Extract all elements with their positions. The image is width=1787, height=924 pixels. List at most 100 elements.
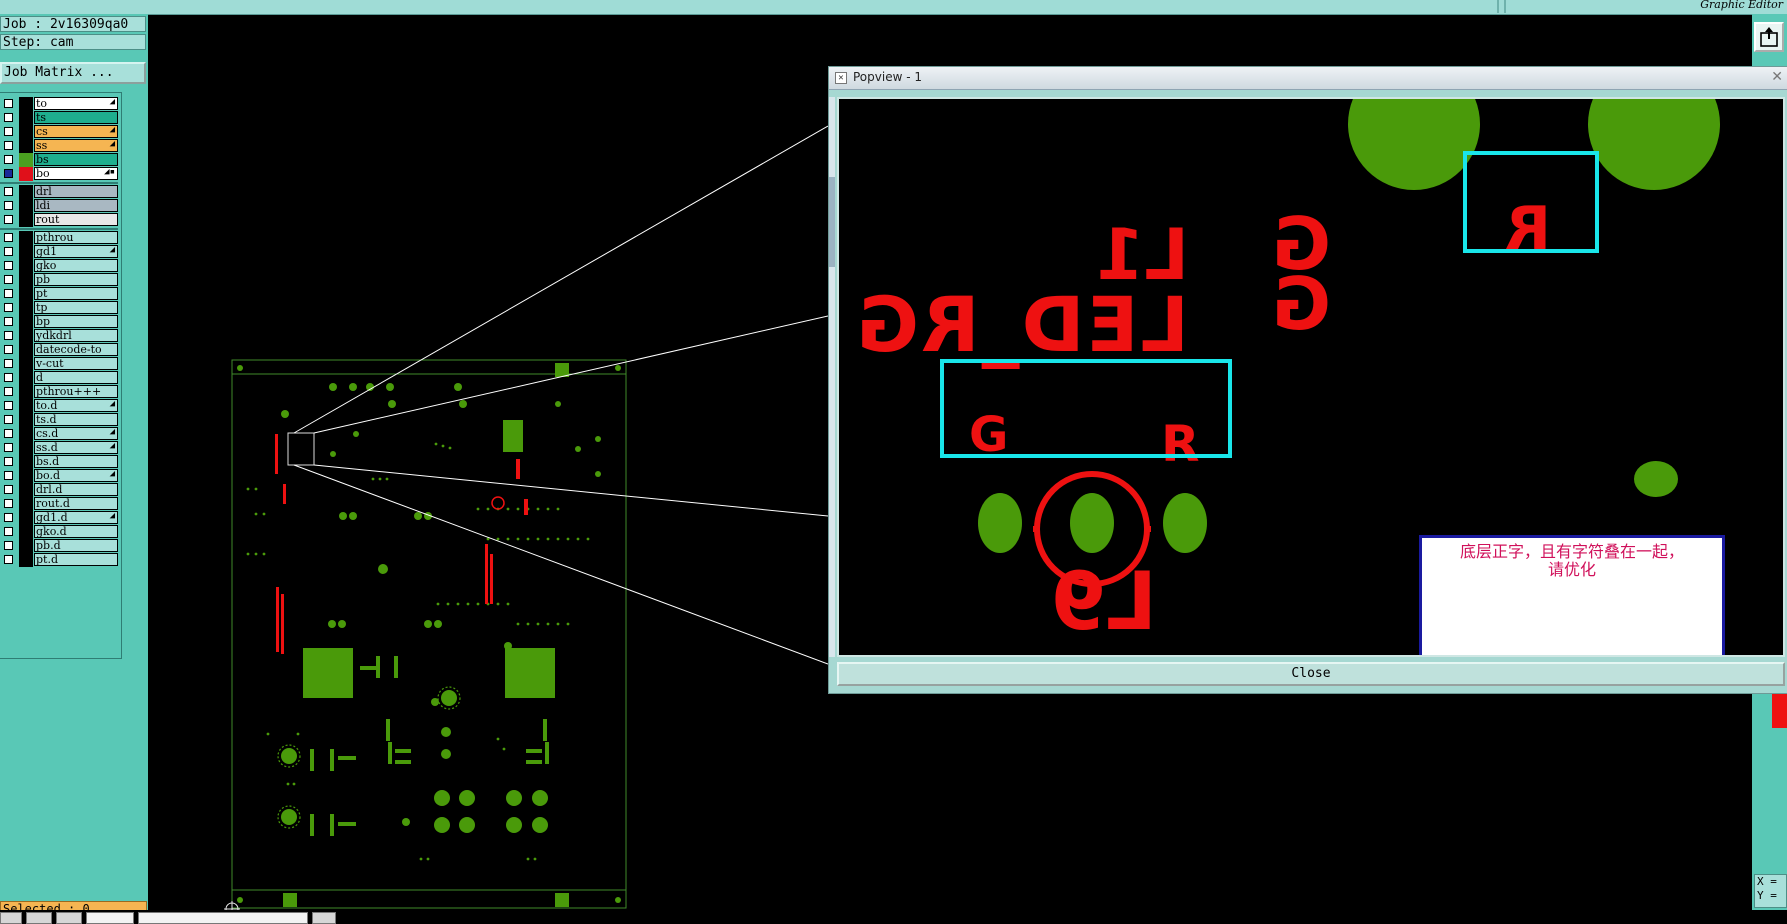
checkbox-icon[interactable]	[4, 499, 13, 508]
checkbox-icon[interactable]	[4, 275, 13, 284]
layer-row[interactable]: gko	[0, 259, 118, 273]
job-matrix-button[interactable]: Job Matrix ...	[0, 62, 146, 84]
layer-color-swatch[interactable]	[19, 427, 33, 441]
checkbox-icon[interactable]	[4, 155, 13, 164]
layer-name[interactable]: pthrou+++	[34, 385, 118, 398]
layer-row[interactable]: d	[0, 371, 118, 385]
scrollbar-thumb[interactable]	[829, 177, 835, 267]
layer-row[interactable]: cs ◢	[0, 125, 118, 139]
checkbox-icon[interactable]	[4, 247, 13, 256]
layer-color-swatch[interactable]	[19, 231, 33, 245]
layer-color-swatch[interactable]	[19, 483, 33, 497]
layer-name[interactable]: gd1.d	[34, 511, 118, 524]
checkbox-icon[interactable]	[4, 457, 13, 466]
layer-row[interactable]: ss.d ◢	[0, 441, 118, 455]
checkbox-icon[interactable]	[4, 317, 13, 326]
layer-color-swatch[interactable]	[19, 301, 33, 315]
bottom-button[interactable]	[56, 912, 82, 924]
checkbox-icon[interactable]	[4, 345, 13, 354]
layer-row[interactable]: pthrou+++	[0, 385, 118, 399]
layer-row[interactable]: datecode-to	[0, 343, 118, 357]
layer-name[interactable]: cs	[34, 125, 118, 138]
layer-name[interactable]: ss.d	[34, 441, 118, 454]
checkbox-icon[interactable]	[4, 387, 13, 396]
close-button[interactable]: Close	[837, 662, 1785, 686]
layer-name[interactable]: gd1	[34, 245, 118, 258]
layer-color-swatch[interactable]	[19, 441, 33, 455]
layer-row[interactable]: to ◢	[0, 97, 118, 111]
close-icon[interactable]: ✕	[1771, 69, 1783, 85]
layer-color-swatch[interactable]	[19, 343, 33, 357]
checkbox-icon[interactable]	[4, 303, 13, 312]
layer-color-swatch[interactable]	[19, 385, 33, 399]
layer-row[interactable]: ts.d	[0, 413, 118, 427]
layer-name[interactable]: to.d	[34, 399, 118, 412]
layer-name[interactable]: ss	[34, 139, 118, 152]
layer-name[interactable]: gko	[34, 259, 118, 272]
layer-name[interactable]: ts.d	[34, 413, 118, 426]
checkbox-icon[interactable]	[4, 373, 13, 382]
layer-color-swatch[interactable]	[19, 525, 33, 539]
checkbox-icon[interactable]	[4, 261, 13, 270]
layer-name[interactable]: rout.d	[34, 497, 118, 510]
layer-row[interactable]: v-cut	[0, 357, 118, 371]
layer-name[interactable]: pb	[34, 273, 118, 286]
popview-canvas[interactable]: L1 LED_RG G G L9 R G R 底层正字，且有字符叠在一起， 请优…	[837, 97, 1785, 657]
popview-scrollbar[interactable]	[829, 97, 835, 657]
checkbox-icon[interactable]	[4, 201, 13, 210]
layer-color-swatch[interactable]	[19, 329, 33, 343]
layer-row[interactable]: gko.d	[0, 525, 118, 539]
layer-row[interactable]: cs.d ◢	[0, 427, 118, 441]
checkbox-icon[interactable]	[4, 471, 13, 480]
layer-row[interactable]: ydkdrl	[0, 329, 118, 343]
popview-titlebar[interactable]: ✕ Popview - 1 ✕	[829, 67, 1787, 90]
layer-color-swatch[interactable]	[19, 185, 33, 199]
bottom-input[interactable]	[138, 912, 308, 924]
layer-row[interactable]: ss ◢	[0, 139, 118, 153]
layer-row[interactable]: rout	[0, 213, 118, 227]
checkbox-icon[interactable]	[4, 485, 13, 494]
layer-row[interactable]: ts	[0, 111, 118, 125]
checkbox-icon[interactable]	[4, 429, 13, 438]
layer-name[interactable]: pt	[34, 287, 118, 300]
layer-name[interactable]: drl.d	[34, 483, 118, 496]
layer-row[interactable]: pt	[0, 287, 118, 301]
checkbox-icon[interactable]	[4, 541, 13, 550]
checkbox-icon[interactable]	[4, 555, 13, 564]
layer-name[interactable]: bs.d	[34, 455, 118, 468]
layer-color-swatch[interactable]	[19, 399, 33, 413]
layer-name[interactable]: pthrou	[34, 231, 118, 244]
layer-name[interactable]: rout	[34, 213, 118, 226]
layer-name[interactable]: ydkdrl	[34, 329, 118, 342]
checkbox-icon[interactable]	[4, 141, 13, 150]
export-icon[interactable]	[1754, 22, 1784, 52]
layer-name[interactable]: v-cut	[34, 357, 118, 370]
layer-color-swatch[interactable]	[19, 273, 33, 287]
board-canvas[interactable]	[148, 14, 828, 910]
checkbox-icon[interactable]	[4, 187, 13, 196]
checkbox-icon[interactable]	[4, 415, 13, 424]
layer-color-swatch[interactable]	[19, 455, 33, 469]
layer-row[interactable]: drl.d	[0, 483, 118, 497]
layer-row[interactable]: rout.d	[0, 497, 118, 511]
layer-color-swatch[interactable]	[19, 213, 33, 227]
layer-color-swatch[interactable]	[19, 167, 33, 181]
layer-color-swatch[interactable]	[19, 125, 33, 139]
layer-color-swatch[interactable]	[19, 469, 33, 483]
layer-row[interactable]: ldi	[0, 199, 118, 213]
layer-color-swatch[interactable]	[19, 553, 33, 567]
checkbox-icon[interactable]	[4, 233, 13, 242]
layer-name[interactable]: datecode-to	[34, 343, 118, 356]
layer-row[interactable]: bp	[0, 315, 118, 329]
layer-row[interactable]: to.d ◢	[0, 399, 118, 413]
layer-row[interactable]: pt.d	[0, 553, 118, 567]
layer-name[interactable]: bp	[34, 315, 118, 328]
layer-color-swatch[interactable]	[19, 315, 33, 329]
checkbox-icon[interactable]	[4, 401, 13, 410]
layer-name[interactable]: gko.d	[34, 525, 118, 538]
layer-row[interactable]: gd1 ◢	[0, 245, 118, 259]
layer-name[interactable]: cs.d	[34, 427, 118, 440]
layer-name[interactable]: to	[34, 97, 118, 110]
layer-name[interactable]: pb.d	[34, 539, 118, 552]
layer-color-swatch[interactable]	[19, 413, 33, 427]
